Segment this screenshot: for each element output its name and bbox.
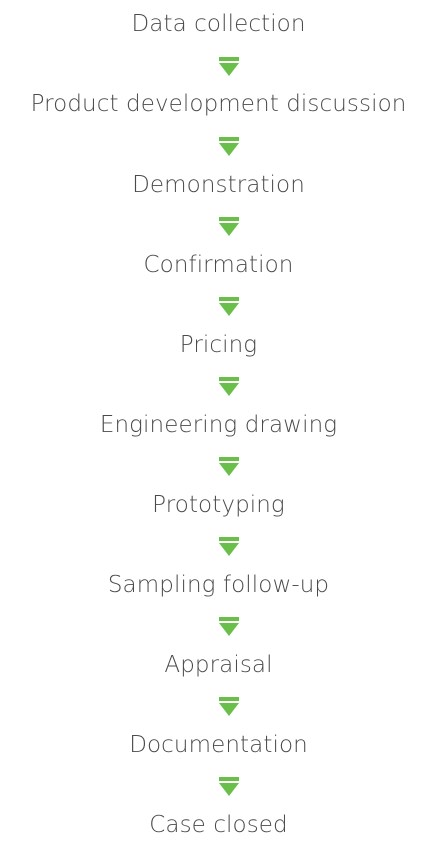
step-data-collection: Data collection	[131, 11, 306, 37]
down-arrow-icon	[219, 617, 239, 636]
down-arrow-icon	[219, 377, 239, 396]
step-confirmation: Confirmation	[143, 252, 294, 278]
down-arrow-icon	[219, 457, 239, 476]
down-arrow-icon	[219, 217, 239, 236]
step-demonstration: Demonstration	[132, 172, 305, 198]
down-arrow-icon	[219, 57, 239, 76]
step-pricing: Pricing	[179, 332, 258, 358]
down-arrow-icon	[219, 697, 239, 716]
step-product-development-discussion: Product development discussion	[30, 91, 407, 117]
step-sampling-follow-up: Sampling follow-up	[107, 572, 330, 598]
down-arrow-icon	[219, 137, 239, 156]
down-arrow-icon	[219, 297, 239, 316]
step-documentation: Documentation	[129, 732, 308, 758]
step-prototyping: Prototyping	[152, 492, 285, 518]
down-arrow-icon	[219, 777, 239, 796]
step-engineering-drawing: Engineering drawing	[99, 412, 338, 438]
down-arrow-icon	[219, 537, 239, 556]
step-case-closed: Case closed	[149, 812, 288, 838]
process-flowchart: Data collection Product development disc…	[0, 0, 437, 841]
step-appraisal: Appraisal	[164, 652, 273, 678]
